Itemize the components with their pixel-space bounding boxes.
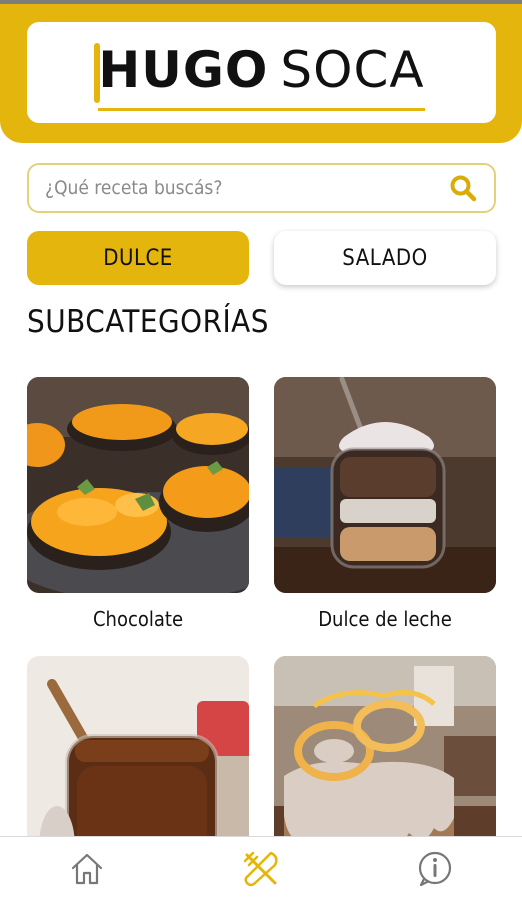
logo-underline: [98, 107, 425, 111]
home-icon[interactable]: [69, 851, 105, 887]
subcategory-label: Dulce de leche: [318, 607, 452, 631]
search-icon[interactable]: [448, 173, 478, 203]
nav-recipes[interactable]: [231, 844, 291, 894]
tab-dulce[interactable]: DULCE: [27, 231, 249, 285]
bottom-navigation: [0, 836, 522, 900]
search-bar[interactable]: [27, 163, 496, 213]
nav-home[interactable]: [57, 844, 117, 894]
subcategory-card-chocolate[interactable]: Chocolate: [27, 377, 249, 631]
logo-accent-stroke: [94, 42, 101, 103]
logo-text-soca: SOCA: [280, 40, 425, 99]
logo-text-hugo: HUGO: [98, 40, 269, 99]
brand-logo: HUGO SOCA: [94, 40, 425, 111]
logo-card: HUGO SOCA: [27, 22, 496, 123]
search-input[interactable]: [45, 177, 448, 199]
nav-info[interactable]: [405, 844, 465, 894]
info-icon[interactable]: [415, 849, 455, 889]
utensils-icon[interactable]: [241, 849, 281, 889]
tab-salado[interactable]: SALADO: [274, 231, 496, 285]
app-header: HUGO SOCA: [0, 4, 522, 143]
subcategory-card-dulce-de-leche[interactable]: Dulce de leche: [274, 377, 496, 631]
orange-tartlets-photo: [27, 377, 249, 593]
layered-dessert-jar-photo: [274, 377, 496, 593]
section-title: SUBCATEGORÍAS: [27, 304, 269, 340]
subcategory-label: Chocolate: [92, 607, 184, 631]
